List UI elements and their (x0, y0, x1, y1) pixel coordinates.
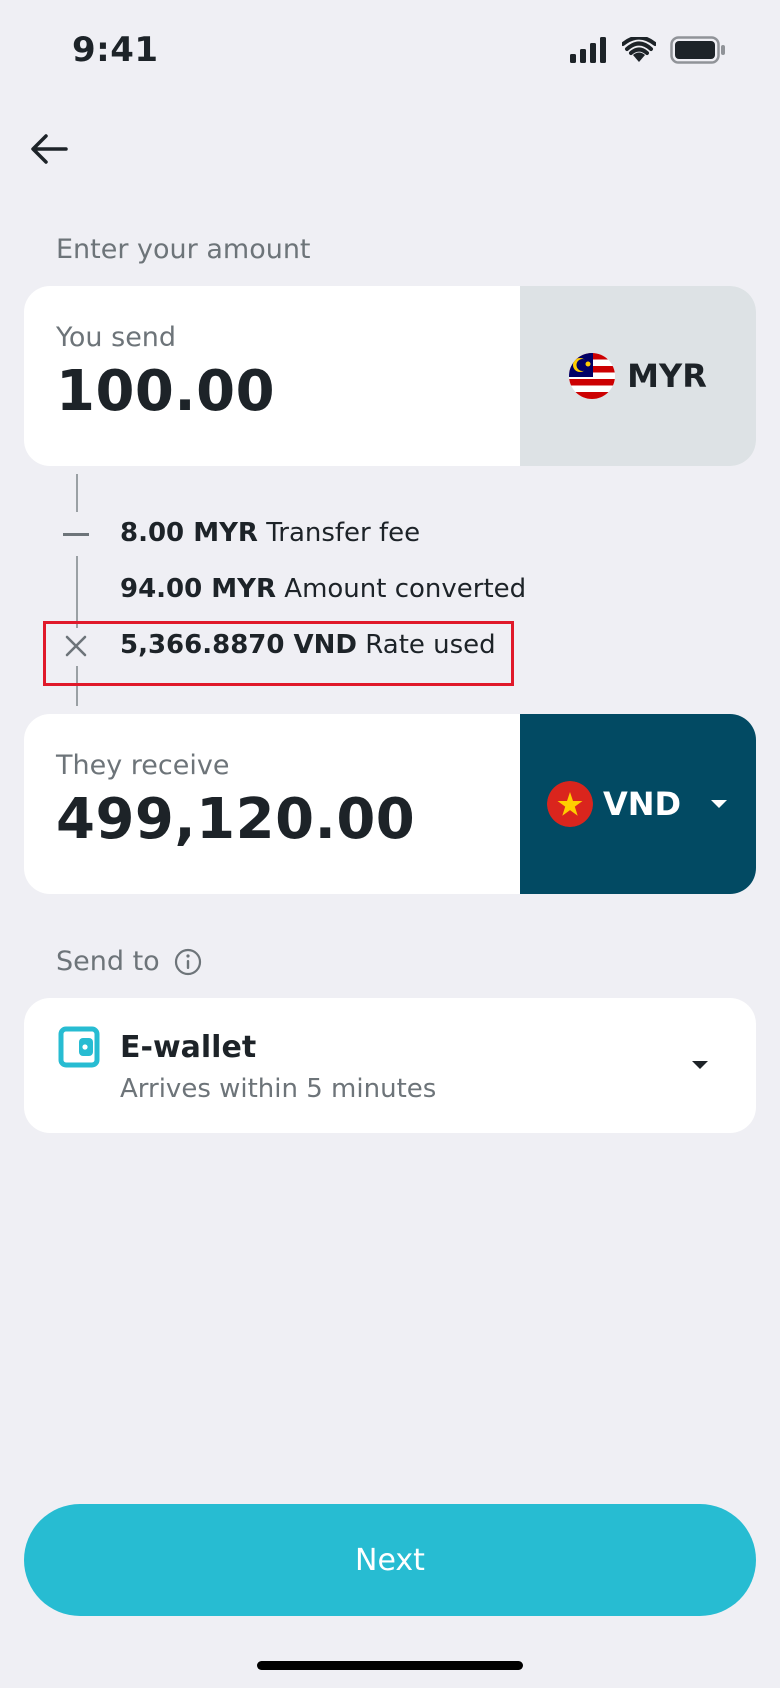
amount-converted-value: 94.00 MYR (120, 574, 277, 604)
send-caption: You send (56, 322, 177, 353)
send-currency-selector[interactable]: MYR (520, 286, 756, 466)
cellular-signal-icon (570, 37, 606, 63)
home-indicator (257, 1661, 523, 1670)
rate-highlight-box (43, 621, 514, 686)
breakdown-connector-top (76, 474, 78, 512)
payout-method-selector[interactable]: E-wallet Arrives within 5 minutes (24, 998, 756, 1133)
next-button[interactable]: Next (24, 1504, 756, 1616)
status-time: 9:41 (72, 30, 159, 70)
send-amount-group[interactable]: You send 100.00 (56, 322, 275, 424)
receive-currency-selector[interactable]: VND (520, 714, 756, 894)
transfer-fee-label: Transfer fee (266, 518, 421, 548)
breakdown-connector-middle (76, 556, 78, 628)
malaysia-flag-icon (569, 353, 616, 399)
vietnam-flag-icon (546, 781, 593, 827)
payout-method-title: E-wallet (120, 1030, 257, 1065)
send-amount-input[interactable]: 100.00 (56, 359, 275, 424)
receive-amount-card: They receive 499,120.00 VND (24, 714, 756, 894)
amount-converted-label: Amount converted (284, 574, 527, 604)
wallet-icon (58, 1026, 100, 1068)
receive-currency-code: VND (602, 785, 682, 823)
payout-method-subtitle: Arrives within 5 minutes (120, 1074, 437, 1104)
send-currency-code: MYR (627, 357, 707, 395)
transfer-fee-value: 8.00 MYR (120, 518, 258, 548)
minus-icon (63, 533, 89, 536)
enter-amount-label: Enter your amount (56, 234, 311, 265)
status-icons (570, 36, 726, 64)
chevron-down-icon (711, 800, 728, 808)
send-to-label: Send to (56, 946, 160, 977)
send-amount-card: You send 100.00 MYR (24, 286, 756, 466)
receive-amount-input[interactable]: 499,120.00 (56, 787, 415, 852)
chevron-down-icon (692, 1061, 708, 1069)
info-icon[interactable] (174, 948, 202, 976)
receive-amount-group[interactable]: They receive 499,120.00 (56, 750, 415, 852)
receive-caption: They receive (56, 750, 230, 781)
transfer-fee-row: 8.00 MYR Transfer fee (120, 518, 420, 548)
send-to-header: Send to (56, 946, 202, 977)
amount-converted-row: 94.00 MYR Amount converted (120, 574, 526, 604)
battery-icon (670, 36, 725, 64)
wifi-icon (622, 37, 656, 62)
back-arrow-icon[interactable] (28, 128, 70, 170)
